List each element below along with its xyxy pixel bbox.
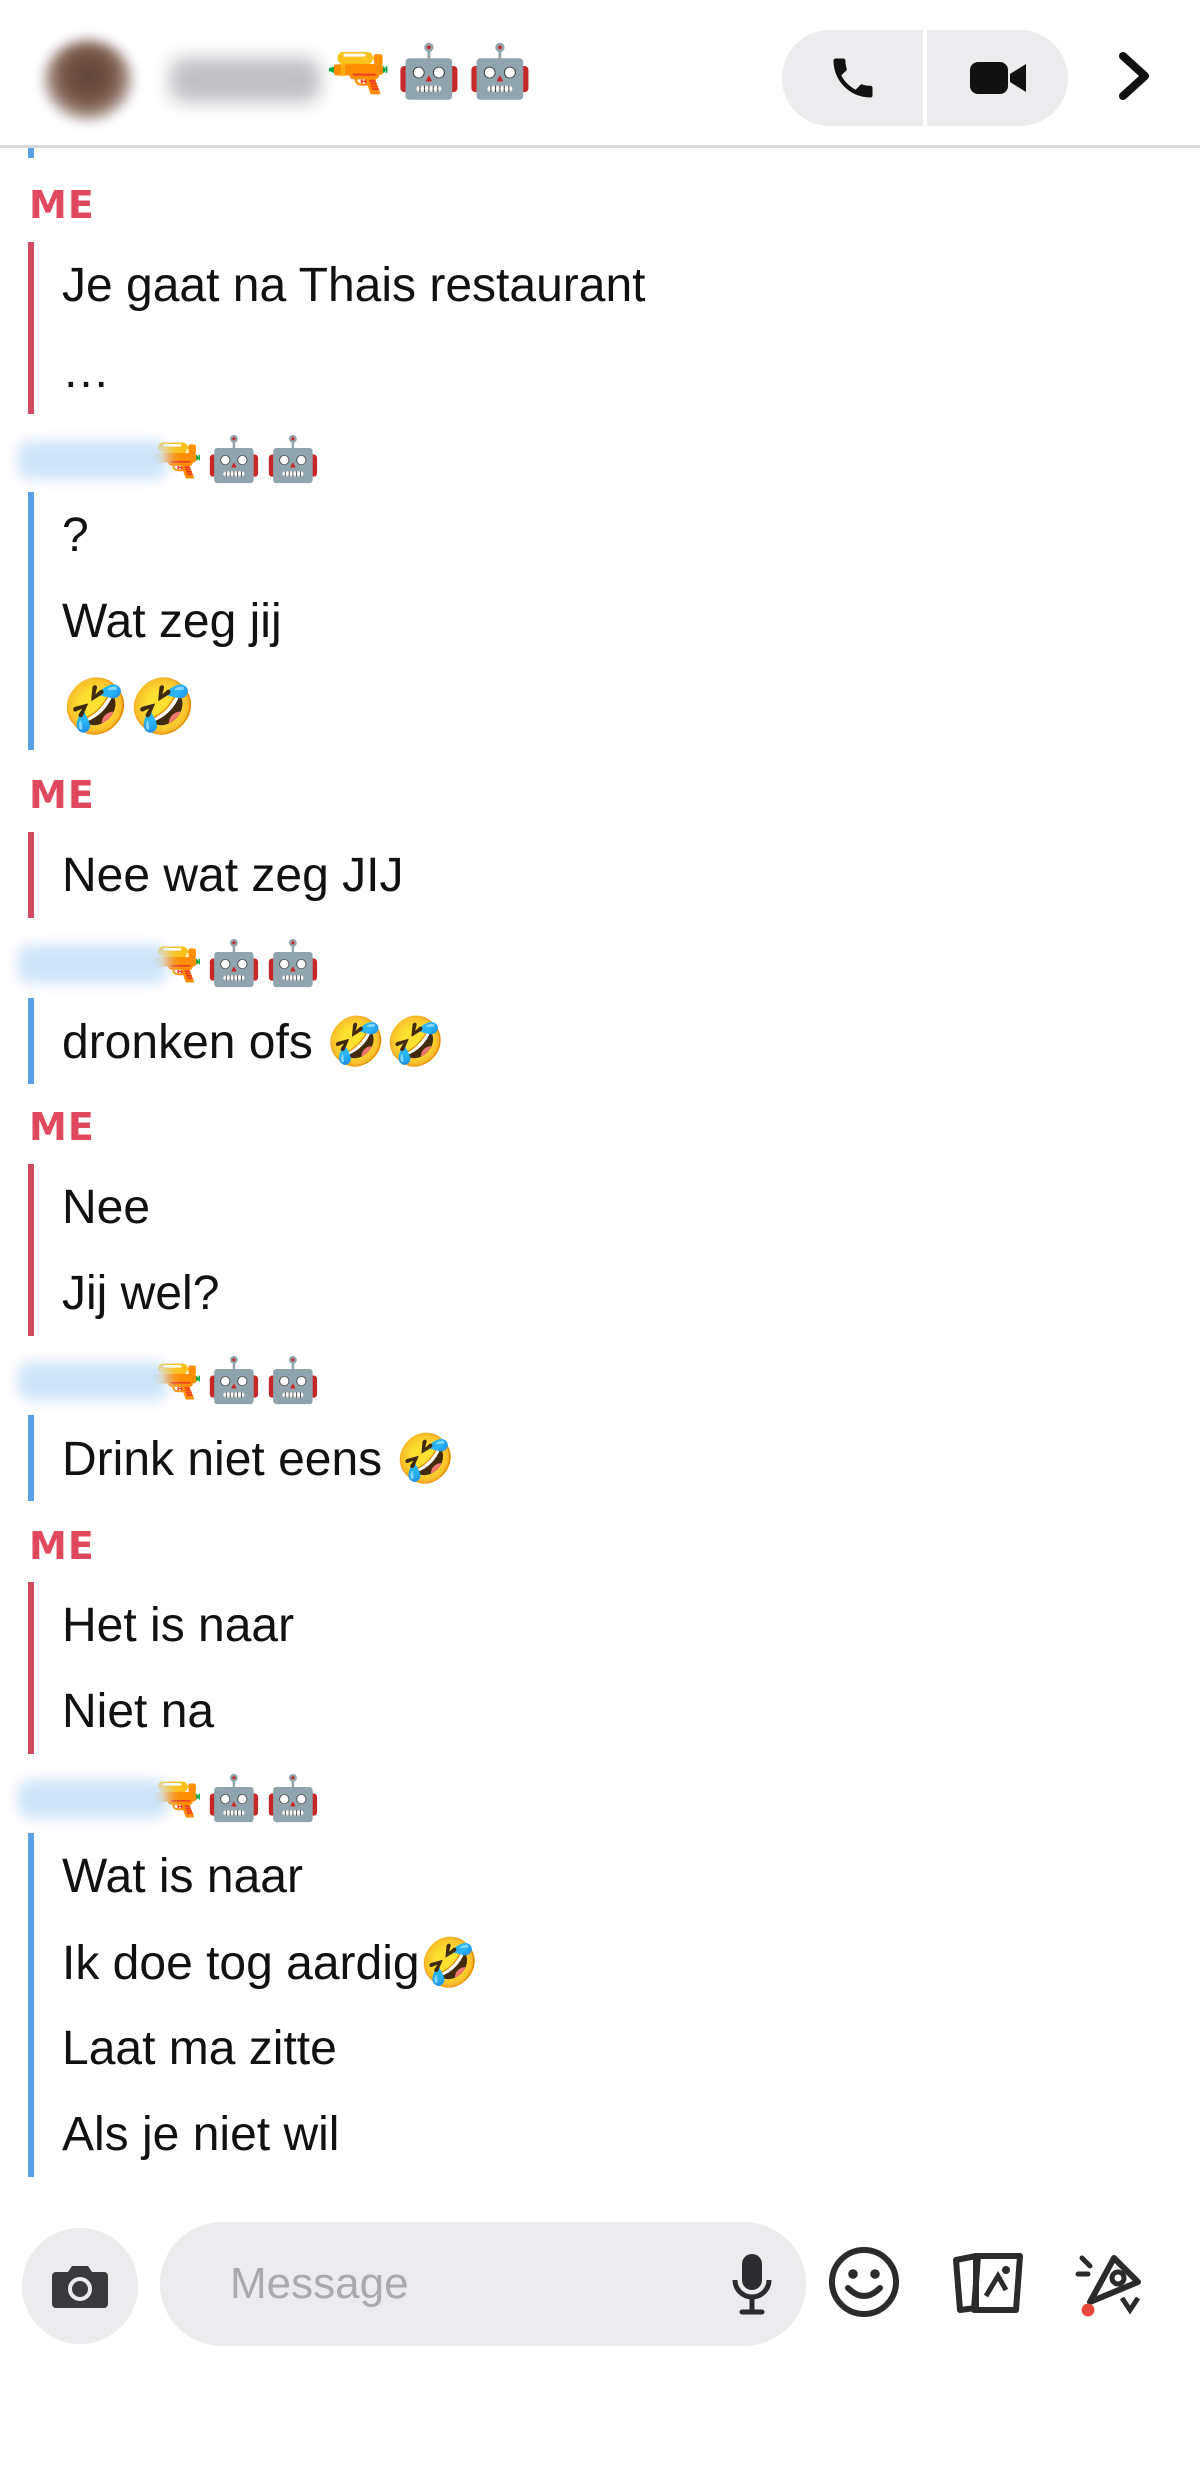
message-bubble[interactable]: 🤣🤣: [28, 664, 1168, 750]
memories-button[interactable]: [946, 2240, 1030, 2324]
message-bubble[interactable]: Je gaat na Thais restaurant: [28, 242, 1168, 328]
emoji-button[interactable]: [822, 2240, 906, 2324]
message-bubble[interactable]: ?: [28, 492, 1168, 578]
microphone-button[interactable]: [732, 2252, 772, 2320]
phone-icon: [833, 58, 872, 98]
microphone-icon: [732, 2254, 772, 2315]
call-buttons-group: [782, 30, 1068, 126]
video-call-button[interactable]: [923, 30, 1068, 126]
voice-call-button[interactable]: [782, 30, 923, 126]
smiley-icon: [829, 2247, 899, 2317]
message-bubble[interactable]: …: [28, 328, 1168, 414]
sender-name-redacted: [18, 441, 168, 479]
sender-label-other: 🔫🤖🤖: [18, 1358, 324, 1404]
message-bubble[interactable]: Nee wat zeg JIJ: [28, 832, 1168, 918]
chat-header: 🔫🤖🤖: [0, 0, 1200, 148]
camera-button[interactable]: [22, 2228, 138, 2344]
message-bubble[interactable]: Nee: [28, 1164, 1168, 1250]
message-bubble[interactable]: Jij wel?: [28, 1250, 1168, 1336]
sender-name-emojis: 🔫🤖🤖: [148, 1355, 325, 1406]
sender-name-emojis: 🔫🤖🤖: [148, 434, 325, 485]
more-options-button[interactable]: [1104, 44, 1164, 108]
sender-name-emojis: 🔫🤖🤖: [148, 938, 325, 989]
sender-label-me: ME: [29, 1524, 95, 1568]
message-input[interactable]: Message: [160, 2222, 806, 2346]
memories-cards-icon: [953, 2253, 1023, 2313]
message-bubble[interactable]: Niet na: [28, 1668, 1168, 1754]
sender-label-other: 🔫🤖🤖: [18, 1776, 324, 1822]
chevron-right-icon: [1119, 52, 1149, 100]
message-bubble[interactable]: Het is naar: [28, 1582, 1168, 1668]
message-bubble[interactable]: dronken ofs 🤣🤣: [28, 998, 1168, 1084]
video-camera-icon: [969, 62, 1026, 94]
contact-name-emojis[interactable]: 🔫🤖🤖: [326, 46, 538, 98]
message-bubble[interactable]: Wat is naar: [28, 1833, 1168, 1919]
sender-name-redacted: [18, 945, 168, 983]
sender-label-other: 🔫🤖🤖: [18, 437, 324, 483]
previous-message-bar: [28, 148, 34, 158]
sender-name-redacted: [18, 1362, 168, 1400]
camera-icon: [52, 2266, 108, 2308]
message-bubble[interactable]: Als je niet wil: [28, 2091, 1168, 2177]
message-bubble[interactable]: Ik doe tog aardig🤣: [28, 1919, 1168, 2005]
sender-label-me: ME: [29, 1105, 95, 1149]
rocket-sticker-icon: [1075, 2255, 1141, 2317]
sender-label-other: 🔫🤖🤖: [18, 941, 324, 987]
message-bubble[interactable]: Drink niet eens 🤣: [28, 1415, 1168, 1501]
message-bubble[interactable]: Wat zeg jij: [28, 578, 1168, 664]
sender-name-redacted: [18, 1780, 168, 1818]
sticker-button[interactable]: [1068, 2240, 1152, 2324]
contact-name-redacted[interactable]: [170, 58, 320, 102]
contact-avatar[interactable]: [44, 40, 132, 120]
sender-label-me: ME: [29, 773, 95, 817]
sender-name-emojis: 🔫🤖🤖: [148, 1773, 325, 1824]
sender-label-me: ME: [29, 183, 95, 227]
message-bubble[interactable]: Laat ma zitte: [28, 2005, 1168, 2091]
